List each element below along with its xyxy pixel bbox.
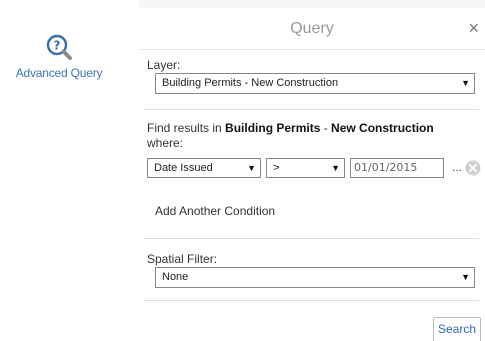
chevron-down-icon: ▼ (461, 272, 470, 282)
layer-select-value: Building Permits - New Construction (162, 77, 339, 89)
add-condition-button[interactable]: Add Another Condition (155, 204, 275, 218)
spatial-filter-label: Spatial Filter: (147, 252, 218, 266)
find-results-text: Find results in Building Permits - New C… (147, 121, 475, 136)
field-select[interactable]: Date Issued ▼ (147, 158, 261, 178)
magnifier-question-icon: ? (46, 34, 72, 60)
operator-select[interactable]: > ▼ (266, 158, 345, 178)
value-picker-button[interactable]: ... (452, 160, 462, 174)
panel-header: Query × (139, 8, 485, 50)
chevron-down-icon: ▼ (331, 163, 340, 173)
remove-condition-icon[interactable] (465, 160, 481, 176)
svg-text:?: ? (54, 39, 61, 53)
panel-title: Query (290, 20, 334, 37)
spatial-filter-select[interactable]: None ▼ (155, 267, 475, 288)
find-separator: - (320, 121, 332, 135)
divider (143, 300, 479, 301)
query-panel: Query × Layer: Building Permits - New Co… (139, 0, 485, 341)
spatial-section: Spatial Filter: None ▼ (139, 252, 480, 288)
find-layer-name-1: Building Permits (225, 121, 321, 135)
layer-section: Layer: Building Permits - New Constructi… (139, 58, 480, 94)
operator-select-value: > (273, 162, 280, 174)
chevron-down-icon: ▼ (247, 163, 256, 173)
advanced-query-tool[interactable]: ? Advanced Query (0, 33, 118, 80)
find-where-text: where: (147, 136, 184, 150)
layer-label: Layer: (147, 58, 181, 72)
search-button[interactable]: Search (432, 317, 481, 341)
divider (143, 238, 479, 239)
field-select-value: Date Issued (154, 162, 213, 174)
chevron-down-icon: ▼ (461, 78, 470, 88)
divider (143, 109, 479, 110)
layer-select[interactable]: Building Permits - New Construction ▼ (155, 73, 475, 94)
close-icon[interactable]: × (468, 19, 479, 37)
find-prefix: Find results in (147, 121, 226, 135)
advanced-query-label: Advanced Query (15, 66, 103, 80)
find-layer-name-2: New Construction (331, 121, 434, 135)
find-section: Find results in Building Permits - New C… (139, 121, 480, 151)
spatial-filter-value: None (162, 271, 189, 283)
value-input[interactable]: 01/01/2015 (350, 158, 444, 178)
